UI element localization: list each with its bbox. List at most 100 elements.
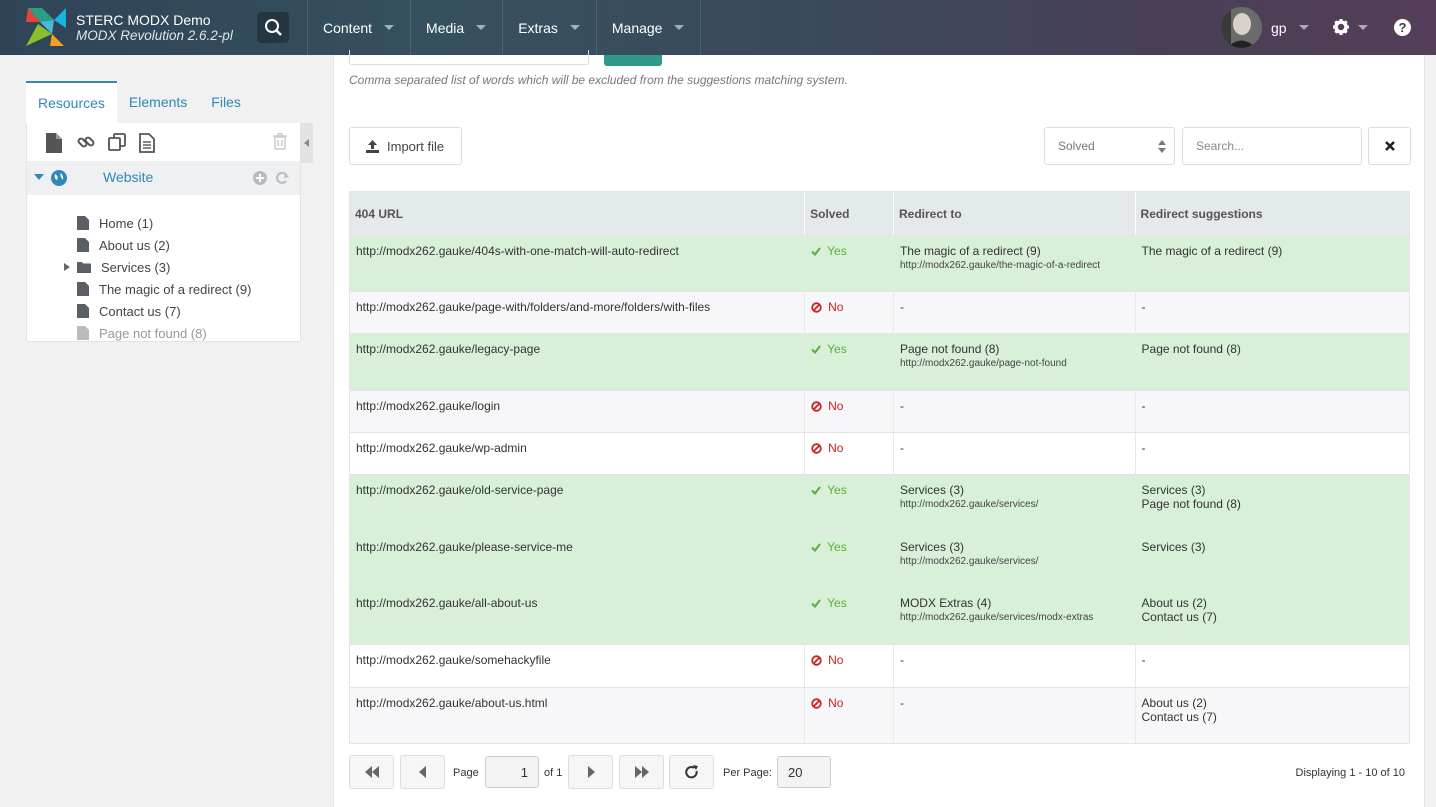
import-file-button[interactable]: Import file: [349, 127, 462, 165]
chevron-left-icon: [304, 139, 309, 147]
check-icon: [811, 542, 821, 552]
cell-redirect-to: MODX Extras (4) http://modx262.gauke/serv…: [894, 588, 1136, 644]
table-row[interactable]: http://modx262.gauke/login No - -: [350, 390, 1409, 432]
cell-redirect-suggestions: Page not found (8): [1136, 334, 1409, 390]
cell-solved: Yes: [805, 532, 894, 587]
solved-text: Yes: [827, 483, 847, 497]
refresh-grid-button[interactable]: [669, 755, 714, 789]
redirect-title: -: [899, 399, 904, 413]
nav-content[interactable]: Content: [307, 0, 410, 55]
tree-item[interactable]: Home (1): [77, 214, 153, 232]
refresh-icon[interactable]: [275, 171, 289, 185]
main-nav: Content Media Extras Manage: [307, 0, 702, 55]
tree-item[interactable]: About us (2): [77, 236, 170, 254]
cell-404-url: http://modx262.gauke/wp-admin: [350, 433, 806, 474]
solved-status: No: [811, 399, 887, 413]
solved-status: Yes: [811, 483, 887, 497]
per-page-input[interactable]: 20: [777, 756, 831, 788]
settings-menu[interactable]: [1332, 18, 1372, 39]
first-page-button[interactable]: [349, 755, 394, 789]
nav-media[interactable]: Media: [410, 0, 502, 55]
cell-solved: Yes: [805, 588, 894, 644]
cell-redirect-suggestions: Services (3) Page not found (8): [1136, 475, 1409, 531]
tree-item[interactable]: Services (3): [64, 258, 170, 276]
display-count: Displaying 1 - 10 of 10: [1295, 767, 1405, 779]
url-text: http://modx262.gauke/legacy-page: [356, 342, 541, 356]
tab-elements[interactable]: Elements: [117, 81, 199, 123]
avatar[interactable]: [1221, 7, 1262, 48]
next-page-button[interactable]: [568, 755, 613, 789]
document-icon: [77, 282, 89, 296]
column-404-url[interactable]: 404 URL: [350, 192, 806, 235]
table-row[interactable]: http://modx262.gauke/all-about-us Yes MODX…: [350, 587, 1409, 644]
caret-down-icon[interactable]: [34, 174, 44, 182]
tree-item-label: Home (1): [99, 215, 154, 231]
collapse-tree-button[interactable]: [301, 123, 313, 163]
suggestion-item: Contact us (7): [1141, 710, 1217, 724]
save-excluded-words-button[interactable]: [604, 55, 662, 66]
table-row[interactable]: http://modx262.gauke/page-with/folders/a…: [350, 291, 1409, 333]
url-text: http://modx262.gauke/wp-admin: [356, 441, 527, 455]
table-row[interactable]: http://modx262.gauke/please-service-me Ye…: [350, 531, 1409, 587]
tree-item-label: The magic of a redirect (9): [99, 281, 252, 297]
caret-right-icon[interactable]: [64, 263, 70, 271]
page-of-label: of 1: [544, 767, 563, 779]
tree-tabs: Resources Elements Files: [26, 81, 301, 123]
search-input[interactable]: [1182, 127, 1362, 165]
static-resource-icon[interactable]: [139, 133, 155, 153]
cell-redirect-suggestions: The magic of a redirect (9): [1136, 236, 1409, 291]
tree-item[interactable]: The magic of a redirect (9): [77, 280, 251, 298]
table-row[interactable]: http://modx262.gauke/wp-admin No - -: [350, 432, 1409, 474]
table-row[interactable]: http://modx262.gauke/old-service-page Yes…: [350, 474, 1409, 531]
help-button[interactable]: ?: [1394, 19, 1411, 36]
column-redirect-suggestions[interactable]: Redirect suggestions: [1136, 192, 1409, 235]
suggestion-item: -: [1141, 300, 1146, 314]
solved-status: No: [811, 300, 887, 314]
cell-redirect-suggestions: -: [1136, 391, 1409, 432]
redirect-url: http://modx262.gauke/services/: [899, 499, 1039, 510]
add-circle-icon[interactable]: [253, 171, 267, 185]
user-menu[interactable]: gp: [1271, 0, 1309, 55]
column-redirect-to[interactable]: Redirect to: [894, 192, 1136, 235]
solved-text: No: [828, 399, 844, 413]
tree-item[interactable]: Page not found (8): [77, 324, 207, 342]
page-number-input[interactable]: 1: [485, 756, 539, 788]
tab-files[interactable]: Files: [199, 81, 253, 123]
tree-item[interactable]: Contact us (7): [77, 302, 181, 320]
table-row[interactable]: http://modx262.gauke/legacy-page Yes Page …: [350, 333, 1409, 390]
redirect-url: http://modx262.gauke/page-not-found: [899, 358, 1067, 369]
resource-tree-panel: Resources Elements Files Website Home (1…: [26, 81, 301, 342]
username: gp: [1271, 19, 1287, 36]
cell-solved: No: [805, 292, 894, 333]
modx-logo[interactable]: [26, 8, 66, 46]
table-row[interactable]: http://modx262.gauke/about-us.html No - Abo…: [350, 687, 1409, 743]
table-row[interactable]: http://modx262.gauke/404s-with-one-match…: [350, 235, 1409, 291]
tab-resources[interactable]: Resources: [26, 81, 117, 123]
cell-redirect-to: -: [894, 433, 1136, 474]
solved-text: Yes: [827, 596, 847, 610]
nav-manage[interactable]: Manage: [595, 0, 702, 55]
redirect-title: Services (3): [899, 540, 964, 554]
table-row[interactable]: http://modx262.gauke/somehackyfile No - -: [350, 644, 1409, 687]
solved-filter-select[interactable]: Solved: [1044, 127, 1175, 165]
context-website[interactable]: Website: [27, 161, 300, 195]
url-text: http://modx262.gauke/somehackyfile: [356, 653, 551, 667]
chevron-down-icon: [476, 25, 487, 30]
solved-status: Yes: [811, 596, 887, 610]
last-page-button[interactable]: [619, 755, 664, 789]
search-button[interactable]: [257, 12, 289, 43]
excluded-words-input[interactable]: [349, 50, 589, 65]
new-document-icon[interactable]: [46, 133, 62, 153]
symlink-icon[interactable]: [108, 133, 126, 151]
clear-search-button[interactable]: [1368, 127, 1411, 165]
prev-page-button[interactable]: [400, 755, 445, 789]
nav-extras[interactable]: Extras: [502, 0, 596, 55]
suggestion-item: -: [1141, 441, 1146, 455]
suggestion-item: -: [1141, 653, 1146, 667]
weblink-icon[interactable]: [77, 133, 95, 151]
url-text: http://modx262.gauke/please-service-me: [356, 540, 573, 554]
redirect-title: Page not found (8): [899, 342, 1000, 356]
trash-icon[interactable]: [273, 133, 287, 150]
column-solved[interactable]: Solved: [805, 192, 894, 235]
chevron-down-icon: [674, 25, 685, 30]
